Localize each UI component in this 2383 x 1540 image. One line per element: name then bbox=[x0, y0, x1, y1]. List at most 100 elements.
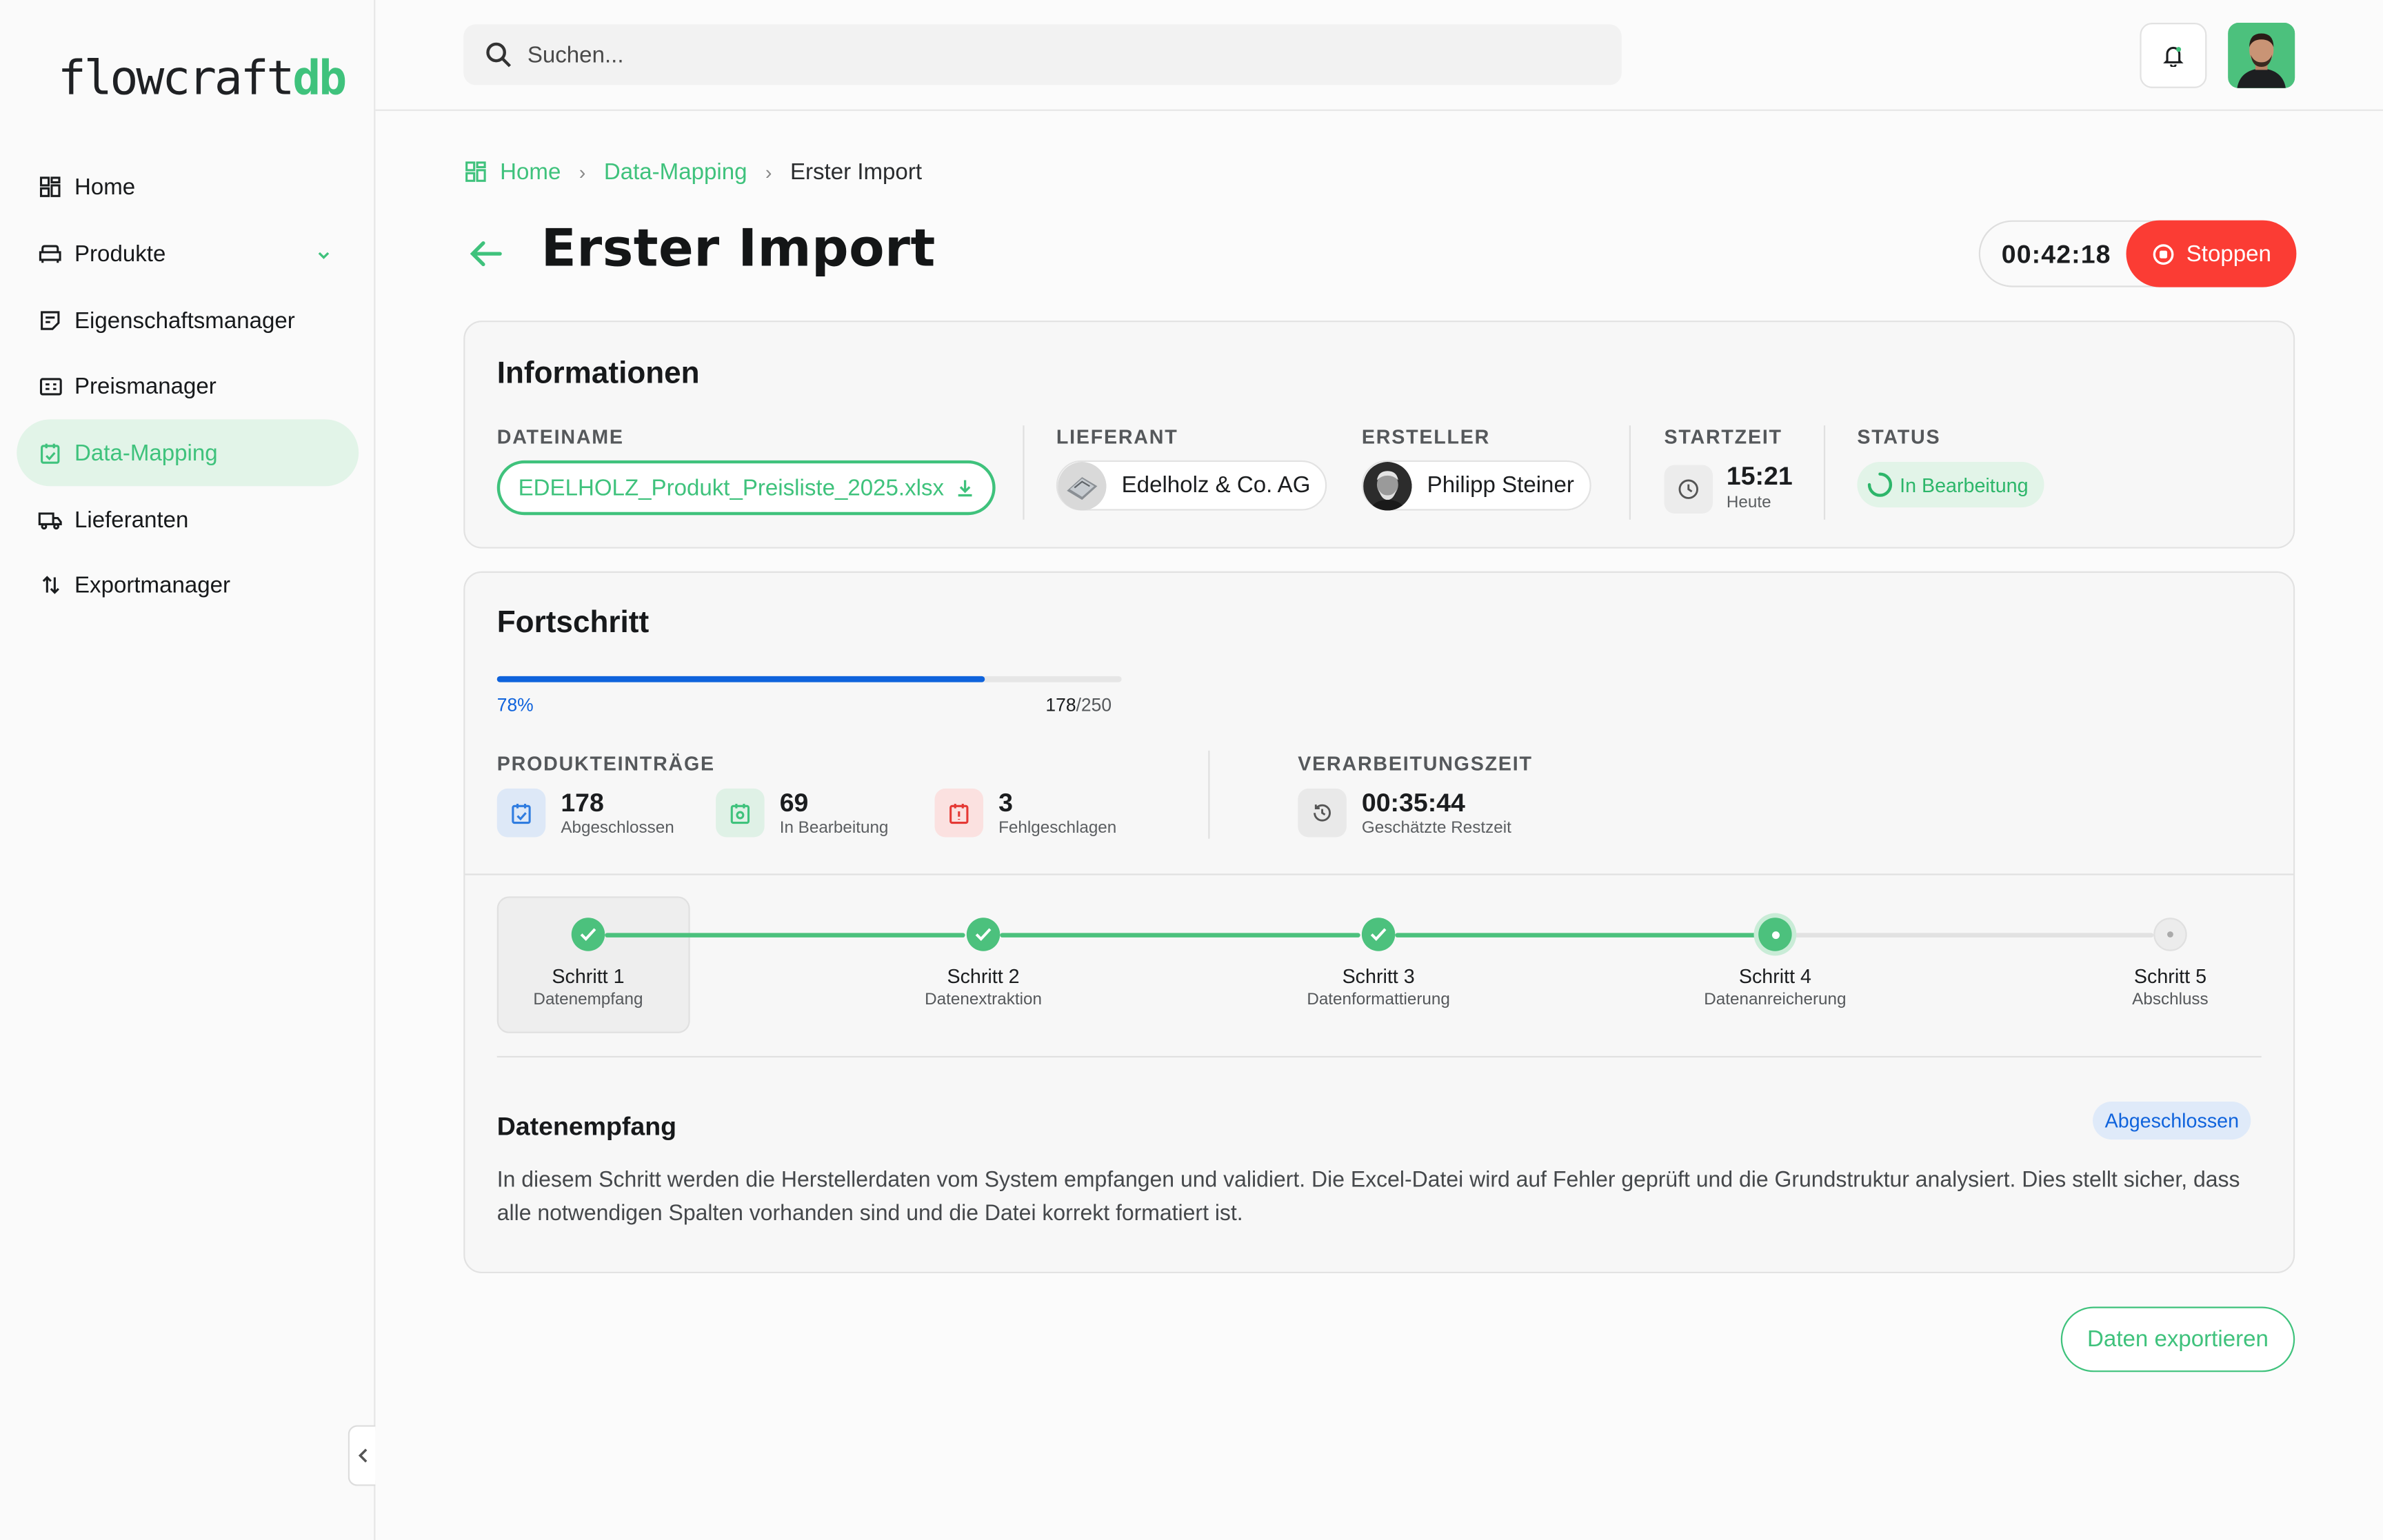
arrow-left-icon bbox=[470, 241, 502, 267]
sidebar-item-label: Exportmanager bbox=[74, 571, 231, 598]
avatar[interactable] bbox=[2228, 23, 2295, 88]
step-1-check-icon[interactable] bbox=[571, 918, 605, 951]
section-divider bbox=[465, 873, 2293, 875]
supplier-logo bbox=[1058, 460, 1107, 510]
breadcrumb: Home › Data-Mapping › Erster Import bbox=[465, 156, 922, 187]
step-detail-text: In diesem Schritt werden die Herstellerd… bbox=[496, 1168, 2240, 1226]
supplier-chip[interactable]: Edelholz & Co. AG bbox=[1056, 460, 1327, 511]
file-label: DATEINAME bbox=[496, 425, 624, 449]
breadcrumb-data-mapping[interactable]: Data-Mapping bbox=[604, 159, 747, 184]
search-bar[interactable] bbox=[463, 24, 1622, 85]
status-badge: In Bearbeitung bbox=[1857, 462, 2044, 508]
start-time-value: 15:21 bbox=[1726, 462, 1793, 491]
user-avatar-image bbox=[2228, 23, 2295, 88]
stop-button[interactable]: Stoppen bbox=[2126, 220, 2297, 287]
sidebar-item-eigenschaftsmanager[interactable]: Eigenschaftsmanager bbox=[17, 287, 359, 354]
page-title: Erster Import bbox=[541, 219, 936, 280]
step-4-desc: Datenanreicherung bbox=[1704, 991, 1847, 1009]
chevron-left-icon bbox=[357, 1448, 367, 1463]
back-button[interactable] bbox=[465, 232, 507, 275]
progress-card: Fortschritt 78% 178/250 PRODUKTEINTRÄGE … bbox=[463, 571, 2295, 1274]
status-label: STATUS bbox=[1857, 425, 1941, 449]
file-name: EDELHOLZ_Produkt_Preisliste_2025.xlsx bbox=[518, 474, 945, 501]
elapsed-timer: 00:42:18 bbox=[2001, 240, 2111, 270]
step-4-current-icon[interactable] bbox=[1758, 918, 1792, 951]
step-detail-title: Datenempfang bbox=[496, 1112, 676, 1142]
sidebar-item-label: Produkte bbox=[74, 241, 166, 267]
completed-icon bbox=[496, 788, 546, 838]
divider bbox=[1823, 425, 1826, 520]
logo-accent: db bbox=[292, 51, 347, 107]
notes-icon bbox=[38, 308, 62, 332]
download-icon bbox=[956, 478, 974, 497]
sidebar-item-lieferanten[interactable]: Lieferanten bbox=[17, 486, 359, 553]
arrows-updown-icon bbox=[38, 573, 62, 597]
timer-control: 00:42:18 Stoppen bbox=[1978, 220, 2297, 287]
step-2-name: Schritt 2 bbox=[947, 964, 1020, 988]
truck-icon bbox=[38, 507, 62, 531]
step-5-pending-icon[interactable] bbox=[2153, 918, 2187, 951]
step-5-name: Schritt 5 bbox=[2133, 964, 2207, 988]
spinner-icon bbox=[1867, 471, 1894, 498]
topbar bbox=[375, 0, 2383, 111]
breadcrumb-current: Erster Import bbox=[790, 159, 923, 185]
creator-chip[interactable]: Philipp Steiner bbox=[1361, 460, 1591, 511]
supplier-name: Edelholz & Co. AG bbox=[1121, 472, 1311, 498]
creator-label: ERSTELLER bbox=[1361, 425, 1491, 449]
in-progress-count: 69 bbox=[779, 788, 809, 818]
in-progress-icon bbox=[716, 788, 765, 838]
sidebar-item-label: Home bbox=[74, 174, 136, 200]
export-data-button[interactable]: Daten exportieren bbox=[2060, 1306, 2295, 1372]
progress-done: 178 bbox=[1045, 694, 1076, 716]
creator-avatar bbox=[1363, 460, 1412, 510]
in-progress-label: In Bearbeitung bbox=[779, 819, 889, 838]
file-download-chip[interactable]: EDELHOLZ_Produkt_Preisliste_2025.xlsx bbox=[496, 460, 996, 516]
search-input[interactable] bbox=[527, 41, 1561, 68]
step-3-desc: Datenformattierung bbox=[1307, 991, 1450, 1009]
remaining-time: 00:35:44 bbox=[1361, 788, 1465, 818]
info-card: Informationen DATEINAME EDELHOLZ_Produkt… bbox=[463, 321, 2295, 549]
chevron-down-icon[interactable] bbox=[316, 243, 331, 269]
logo[interactable]: flowcraftdb bbox=[57, 51, 347, 107]
sidebar-item-produkte[interactable]: Produkte bbox=[17, 221, 359, 287]
sidebar: flowcraftdb Home Produkte Eigenschaftsma… bbox=[0, 0, 376, 1540]
divider bbox=[1208, 750, 1210, 839]
step-3-check-icon[interactable] bbox=[1361, 918, 1396, 951]
logo-text: flowcraft bbox=[57, 51, 295, 107]
info-card-title: Informationen bbox=[496, 356, 700, 391]
divider bbox=[1629, 425, 1631, 520]
progress-card-title: Fortschritt bbox=[496, 606, 650, 640]
breadcrumb-separator: › bbox=[765, 160, 772, 183]
sidebar-item-label: Eigenschaftsmanager bbox=[74, 307, 295, 334]
breadcrumb-home[interactable]: Home bbox=[500, 159, 561, 184]
sidebar-item-label: Data-Mapping bbox=[74, 440, 218, 466]
sidebar-item-exportmanager[interactable]: Exportmanager bbox=[17, 551, 359, 618]
progress-bar-fill bbox=[496, 676, 985, 682]
sidebar-item-home[interactable]: Home bbox=[17, 154, 359, 221]
history-icon bbox=[1298, 788, 1347, 838]
section-divider bbox=[496, 1055, 2262, 1058]
status-value: In Bearbeitung bbox=[1900, 473, 2029, 496]
processing-time-label: VERARBEITUNGSZEIT bbox=[1298, 752, 1533, 776]
step-connector bbox=[1395, 933, 1757, 938]
sidebar-collapse-button[interactable] bbox=[348, 1425, 376, 1486]
step-connector bbox=[1791, 933, 2154, 938]
progress-count: 178/250 bbox=[1045, 694, 1112, 716]
sidebar-item-label: Lieferanten bbox=[74, 507, 189, 533]
divider bbox=[1023, 425, 1025, 520]
step-2-check-icon[interactable] bbox=[966, 918, 1001, 951]
start-time-label: STARTZEIT bbox=[1664, 425, 1782, 449]
sidebar-item-label: Preismanager bbox=[74, 373, 217, 399]
app-root: flowcraftdb Home Produkte Eigenschaftsma… bbox=[0, 0, 2383, 1540]
start-time-day: Heute bbox=[1726, 494, 1771, 512]
supplier-label: LIEFERANT bbox=[1056, 425, 1178, 449]
price-tag-icon bbox=[38, 374, 62, 398]
entries-label: PRODUKTEINTRÄGE bbox=[496, 752, 715, 776]
sidebar-item-data-mapping[interactable]: Data-Mapping bbox=[17, 419, 359, 487]
step-4-name: Schritt 4 bbox=[1738, 964, 1811, 988]
step-1-desc: Datenempfang bbox=[533, 991, 643, 1009]
failed-label: Fehlgeschlagen bbox=[998, 819, 1117, 838]
stop-button-label: Stoppen bbox=[2186, 241, 2271, 267]
sidebar-item-preismanager[interactable]: Preismanager bbox=[17, 352, 359, 419]
notification-button[interactable] bbox=[2140, 23, 2207, 88]
